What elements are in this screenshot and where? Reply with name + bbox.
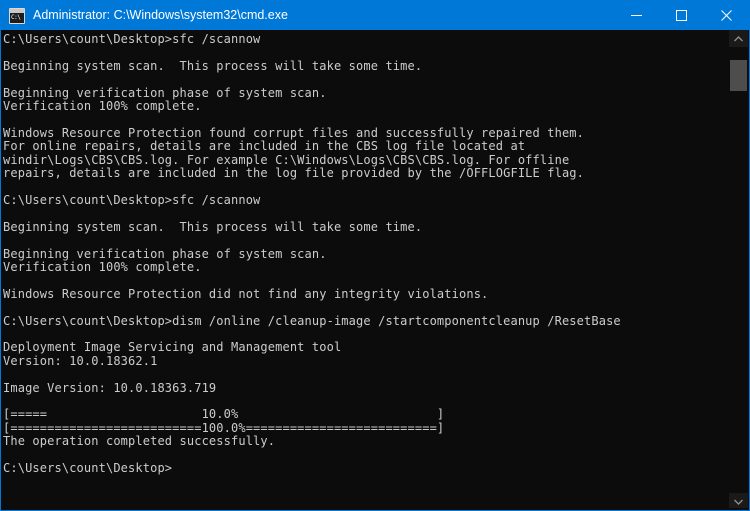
vertical-scrollbar[interactable] <box>729 30 748 510</box>
cmd-window: C:\ Administrator: C:\Windows\system32\c… <box>0 0 750 511</box>
scroll-up-arrow-icon[interactable] <box>729 30 748 47</box>
scrollbar-track[interactable] <box>729 47 748 493</box>
maximize-button[interactable] <box>659 1 704 30</box>
cmd-icon-titlestrip <box>10 8 24 13</box>
minimize-button[interactable] <box>614 1 659 30</box>
window-bottom-edge <box>1 508 749 510</box>
window-controls <box>614 1 749 30</box>
console-text: C:\Users\count\Desktop>sfc /scannow Begi… <box>3 32 621 475</box>
scrollbar-thumb[interactable] <box>730 60 747 91</box>
close-button[interactable] <box>704 1 749 30</box>
title-bar[interactable]: C:\ Administrator: C:\Windows\system32\c… <box>1 1 749 30</box>
cmd-icon-prompt: C:\ <box>11 13 21 21</box>
window-title: Administrator: C:\Windows\system32\cmd.e… <box>33 8 288 22</box>
console-output-area[interactable]: C:\Users\count\Desktop>sfc /scannow Begi… <box>1 30 731 510</box>
cmd-icon: C:\ <box>9 7 25 24</box>
